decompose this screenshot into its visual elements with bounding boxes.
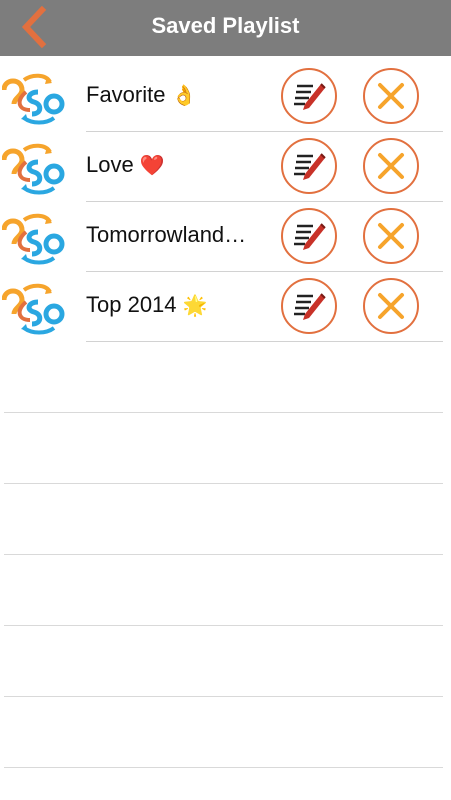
list-item[interactable]: Tomorrowland… (0, 202, 451, 272)
edit-pen-icon (294, 153, 326, 180)
list-item[interactable]: Love ❤️ (0, 132, 451, 202)
app-logo-icon (2, 143, 65, 195)
playlist-name-text: Tomorrowland… (86, 222, 247, 247)
close-icon (378, 293, 404, 319)
app-logo-icon (2, 73, 65, 125)
delete-button[interactable] (363, 208, 419, 264)
playlist-emoji: ❤️ (139, 155, 165, 177)
edit-button[interactable] (281, 278, 337, 334)
playlist-emoji: 🌟 (182, 295, 208, 317)
delete-button[interactable] (363, 278, 419, 334)
playlist-name: Love ❤️ (86, 152, 276, 178)
close-icon (378, 83, 404, 109)
empty-rows (0, 342, 451, 768)
empty-row (4, 697, 443, 768)
edit-button[interactable] (281, 138, 337, 194)
playlist-name: Tomorrowland… (86, 222, 276, 248)
empty-row (4, 555, 443, 626)
page-title: Saved Playlist (151, 13, 300, 38)
close-icon (378, 223, 404, 249)
delete-button[interactable] (363, 68, 419, 124)
empty-row (4, 484, 443, 555)
app-logo-icon (2, 213, 65, 265)
playlist-list: Favorite 👌 Love ❤️ Tomorrowland… Top 201… (0, 62, 451, 342)
empty-row (4, 626, 443, 697)
playlist-name-text: Love (86, 152, 134, 177)
edit-button[interactable] (281, 68, 337, 124)
list-item[interactable]: Favorite 👌 (0, 62, 451, 132)
empty-row (4, 413, 443, 484)
playlist-name: Top 2014 🌟 (86, 292, 276, 318)
edit-button[interactable] (281, 208, 337, 264)
playlist-name: Favorite 👌 (86, 82, 276, 108)
list-item[interactable]: Top 2014 🌟 (0, 272, 451, 342)
delete-button[interactable] (363, 138, 419, 194)
edit-pen-icon (294, 293, 326, 320)
close-icon (378, 153, 404, 179)
playlist-name-text: Favorite (86, 82, 166, 107)
edit-pen-icon (294, 223, 326, 250)
playlist-name-text: Top 2014 (86, 292, 177, 317)
app-logo-icon (2, 283, 65, 335)
edit-pen-icon (294, 83, 326, 110)
header-bar: Saved Playlist (0, 0, 451, 56)
empty-row (4, 342, 443, 413)
playlist-emoji: 👌 (171, 85, 197, 107)
